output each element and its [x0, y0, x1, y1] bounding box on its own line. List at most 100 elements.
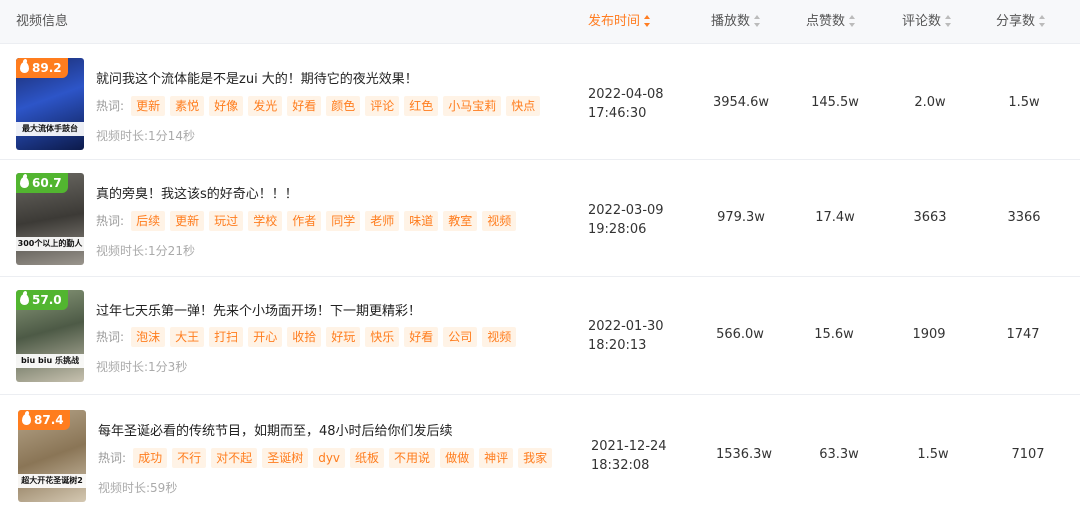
hot-word-tag[interactable]: 公司	[443, 327, 478, 347]
video-title[interactable]: 就问我这个流体能是不是zui 大的！期待它的夜光效果！	[96, 68, 418, 87]
duration-label: 视频时长:	[98, 481, 151, 495]
video-title[interactable]: 真的旁臭！我这该s的好奇心！！！	[96, 183, 298, 202]
table-row[interactable]: 300个以上的勤人 60.7 真的旁臭！我这该s的好奇心！！！ 热词: 后续 更新…	[0, 160, 1080, 277]
hot-word-tag[interactable]: 开心	[248, 327, 283, 347]
hot-word-tag[interactable]: 玩过	[209, 211, 244, 231]
video-duration: 视频时长:1分14秒	[96, 127, 195, 144]
hot-word-tag[interactable]: 纸板	[350, 448, 385, 468]
hot-word-tag[interactable]: 颜色	[326, 96, 361, 116]
hot-word-tag[interactable]: 圣诞树	[262, 448, 309, 468]
publish-datetime: 2022-04-08 17:46:30	[588, 85, 664, 123]
score-value: 87.4	[34, 413, 64, 427]
hot-word-tag[interactable]: 更新	[170, 211, 205, 231]
like-count: 15.6w	[814, 327, 854, 342]
score-value: 89.2	[32, 61, 62, 75]
duration-label: 视频时长:	[96, 360, 149, 374]
thumbnail-caption: biu biu 乐挑战	[16, 354, 84, 368]
hot-word-tag[interactable]: 好玩	[326, 327, 361, 347]
header-shares[interactable]: 分享数	[996, 0, 1046, 44]
header-shares-label: 分享数	[996, 14, 1036, 29]
header-comments[interactable]: 评论数	[902, 0, 952, 44]
hot-word-tag[interactable]: 好看	[404, 327, 439, 347]
hot-word-tag[interactable]: 发光	[248, 96, 283, 116]
hot-word-tag[interactable]: 不用说	[389, 448, 436, 468]
flame-icon	[22, 414, 31, 425]
video-thumbnail[interactable]: 300个以上的勤人 60.7	[16, 173, 84, 265]
hot-words: 热词: 成功 不行 对不起 圣诞树 dyv 纸板 不用说 做做 神评 我家	[98, 447, 557, 469]
sort-icon[interactable]	[849, 14, 856, 27]
play-count: 979.3w	[717, 210, 765, 225]
hot-word-tag[interactable]: 评论	[365, 96, 400, 116]
hot-word-tag[interactable]: 教室	[443, 211, 478, 231]
publish-date: 2022-01-30	[588, 319, 664, 334]
publish-time: 18:20:13	[588, 338, 647, 353]
play-count: 566.0w	[716, 327, 764, 342]
header-publish-time[interactable]: 发布时间	[588, 0, 651, 44]
hot-word-tag[interactable]: 大王	[170, 327, 205, 347]
hot-word-tag[interactable]: 更新	[131, 96, 166, 116]
video-title[interactable]: 每年圣诞必看的传统节目，如期而至，48小时后给你们发后续	[98, 420, 453, 439]
sort-icon[interactable]	[644, 14, 651, 27]
flame-icon	[20, 294, 29, 305]
play-count: 1536.3w	[715, 447, 773, 462]
score-value: 60.7	[32, 176, 62, 190]
hot-word-tag[interactable]: 打扫	[209, 327, 244, 347]
hot-word-tag[interactable]: 快点	[506, 96, 541, 116]
hot-word-tag[interactable]: 成功	[133, 448, 168, 468]
hot-word-tag[interactable]: 做做	[440, 448, 475, 468]
hot-word-tag[interactable]: 味道	[404, 211, 439, 231]
hot-word-tag[interactable]: 神评	[479, 448, 514, 468]
thumbnail-caption: 超大开花圣诞树2	[18, 474, 86, 488]
hot-word-tag[interactable]: 不行	[172, 448, 207, 468]
hot-word-tag[interactable]: 素悦	[170, 96, 205, 116]
hot-word-tag[interactable]: 视频	[482, 211, 517, 231]
hot-word-tag[interactable]: 后续	[131, 211, 166, 231]
hot-word-tag[interactable]: 对不起	[211, 448, 258, 468]
hot-word-tag[interactable]: 老师	[365, 211, 400, 231]
share-count: 1747	[1006, 327, 1040, 342]
thumbnail-caption: 300个以上的勤人	[16, 237, 84, 251]
header-plays[interactable]: 播放数	[711, 0, 761, 44]
table-row[interactable]: biu biu 乐挑战 57.0 过年七天乐第一弹！先来个小场面开场！下一期更精…	[0, 277, 1080, 395]
sort-icon[interactable]	[1039, 14, 1046, 27]
table-header: 视频信息 发布时间 播放数 点赞数 评论数 分享数	[0, 0, 1080, 44]
hot-word-tag[interactable]: 同学	[326, 211, 361, 231]
hot-word-tag[interactable]: 我家	[518, 448, 553, 468]
like-count: 63.3w	[819, 447, 859, 462]
duration-value: 1分21秒	[148, 244, 195, 258]
hot-word-tag[interactable]: 好看	[287, 96, 322, 116]
hot-word-tag[interactable]: 学校	[248, 211, 283, 231]
header-plays-label: 播放数	[711, 14, 751, 29]
comment-count: 1.5w	[917, 447, 949, 462]
hot-words-label: 热词:	[96, 214, 125, 228]
hot-word-tag[interactable]: 作者	[287, 211, 322, 231]
hot-word-tag[interactable]: 好像	[209, 96, 244, 116]
hot-word-tag[interactable]: dyv	[313, 448, 346, 468]
publish-datetime: 2021-12-24 18:32:08	[591, 437, 667, 475]
sort-icon[interactable]	[754, 14, 761, 27]
hot-words-label: 热词:	[96, 99, 125, 113]
comment-count: 1909	[912, 327, 946, 342]
hot-word-tag[interactable]: 小马宝莉	[443, 96, 502, 116]
hot-word-tag[interactable]: 快乐	[365, 327, 400, 347]
video-title[interactable]: 过年七天乐第一弹！先来个小场面开场！下一期更精彩！	[96, 300, 421, 319]
header-likes[interactable]: 点赞数	[806, 0, 856, 44]
table-row[interactable]: 最大流体手鼓台 89.2 就问我这个流体能是不是zui 大的！期待它的夜光效果！…	[0, 44, 1080, 160]
share-count: 3366	[1007, 210, 1041, 225]
hot-word-tag[interactable]: 视频	[482, 327, 517, 347]
flame-icon	[20, 177, 29, 188]
duration-label: 视频时长:	[96, 129, 149, 143]
table-row[interactable]: 超大开花圣诞树2 87.4 每年圣诞必看的传统节目，如期而至，48小时后给你们发…	[0, 395, 1080, 517]
hot-word-tag[interactable]: 泡沫	[131, 327, 166, 347]
video-duration: 视频时长:1分3秒	[96, 358, 187, 375]
thumbnail-caption: 最大流体手鼓台	[16, 122, 84, 136]
hot-word-tag[interactable]: 收拾	[287, 327, 322, 347]
hot-word-tag[interactable]: 红色	[404, 96, 439, 116]
hot-words: 热词: 泡沫 大王 打扫 开心 收拾 好玩 快乐 好看 公司 视频	[96, 326, 521, 348]
sort-icon[interactable]	[945, 14, 952, 27]
video-thumbnail[interactable]: 超大开花圣诞树2 87.4	[18, 410, 86, 502]
publish-time: 17:46:30	[588, 106, 647, 121]
video-thumbnail[interactable]: 最大流体手鼓台 89.2	[16, 58, 84, 150]
duration-value: 59秒	[150, 481, 178, 495]
video-thumbnail[interactable]: biu biu 乐挑战 57.0	[16, 290, 84, 382]
